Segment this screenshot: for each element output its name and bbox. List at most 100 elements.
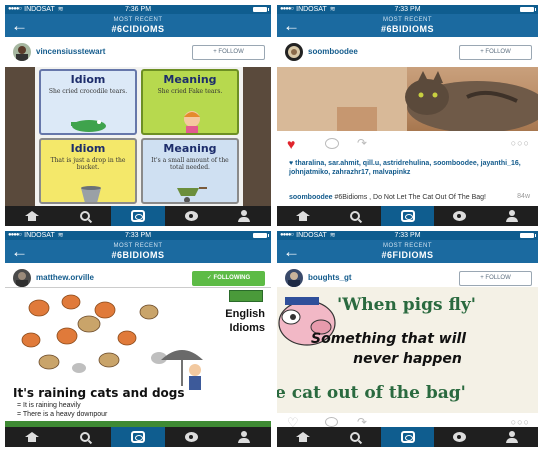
panel-top-left: ●●●●○ INDOSAT ≋ 7:36 PM ← MOST RECENT #6CI…: [5, 5, 271, 226]
cat-photo: [277, 67, 538, 131]
status-time: 7:36 PM: [124, 6, 152, 13]
hashtag-title: #6BIDIOMS: [380, 24, 434, 34]
following-button[interactable]: ✓ FOLLOWING: [192, 271, 265, 286]
poster-line-1: 'When pigs fly': [337, 295, 476, 315]
post-time: 84w: [517, 193, 530, 200]
battery-icon: [520, 233, 536, 238]
nav-camera[interactable]: [111, 206, 165, 226]
caption-username[interactable]: soomboodee: [289, 194, 333, 201]
search-icon: [79, 432, 90, 442]
username[interactable]: matthew.orville: [36, 273, 94, 282]
nav-search[interactable]: [58, 427, 111, 447]
camera-icon: [131, 210, 145, 222]
nav-home[interactable]: [5, 206, 58, 226]
profile-icon: [238, 210, 251, 222]
idiom-card: Idiom She cried crocodile tears.: [39, 69, 137, 135]
bucket-icon: [81, 186, 101, 202]
caption-text: #6Bidioms , Do Not Let The Cat Out Of Th…: [334, 194, 486, 201]
more-options-icon[interactable]: ○○○: [511, 138, 530, 148]
home-icon: [24, 211, 39, 221]
nav-activity[interactable]: [434, 206, 486, 226]
nav-camera[interactable]: [111, 427, 165, 447]
poster-title-line2: Idioms: [229, 322, 265, 334]
avatar[interactable]: [285, 43, 303, 61]
follow-button[interactable]: + FOLLOW: [459, 271, 532, 286]
bottom-nav: [277, 427, 538, 447]
nav-home[interactable]: [277, 206, 329, 226]
nav-activity[interactable]: [165, 206, 218, 226]
camera-icon: [400, 210, 415, 222]
username[interactable]: boughts_gt: [308, 273, 352, 282]
header-bar: ← MOST RECENT #6FIDIOMS: [277, 240, 538, 263]
avatar[interactable]: [285, 269, 303, 287]
post-image[interactable]: Idiom She cried crocodile tears. Meaning…: [5, 67, 271, 206]
battery-icon: [253, 7, 269, 12]
idiom-cards-board: Idiom She cried crocodile tears. Meaning…: [35, 67, 243, 206]
header-subtitle: MOST RECENT: [382, 17, 433, 23]
follow-button[interactable]: + FOLLOW: [459, 45, 532, 60]
comment-icon[interactable]: [325, 417, 338, 427]
avatar[interactable]: [13, 269, 31, 287]
header-subtitle: MOST RECENT: [113, 17, 163, 23]
battery-icon: [520, 7, 536, 12]
comment-icon[interactable]: [325, 138, 339, 149]
search-icon: [350, 211, 361, 221]
poster-line-2: Something that will: [311, 331, 467, 347]
nav-camera[interactable]: [381, 206, 434, 226]
nav-profile[interactable]: [486, 206, 538, 226]
post-image[interactable]: English Idioms It's raining cats and dog…: [5, 287, 271, 427]
activity-icon: [453, 211, 467, 221]
panel-bottom-left: ●●●●○ INDOSAT ≋ 7:33 PM ← MOST RECENT #6BI…: [5, 231, 271, 447]
nav-activity[interactable]: [165, 427, 218, 447]
more-options-icon[interactable]: ○○○: [511, 417, 530, 427]
panel-top-right: ●●●●○ INDOSAT ≋ 7:33 PM ← MOST RECENT #6BI…: [277, 5, 538, 226]
girl-icon: [184, 111, 200, 133]
nav-search[interactable]: [58, 206, 111, 226]
nav-search[interactable]: [329, 206, 381, 226]
camera-icon: [400, 431, 415, 443]
home-icon: [296, 211, 311, 221]
status-bar: ●●●●○ INDOSAT ≋ 7:33 PM: [5, 231, 271, 240]
poster-bullet-1: = It is raining heavily: [17, 402, 81, 409]
username[interactable]: vincensiusstewart: [36, 47, 105, 56]
status-bar: ●●●●○ INDOSAT ≋ 7:33 PM: [277, 5, 538, 14]
status-bar: ●●●●○ INDOSAT ≋ 7:36 PM: [5, 5, 271, 14]
likes-list: ♥ tharalina, sar.ahmit, qill.u, astridre…: [289, 160, 521, 176]
avatar[interactable]: [13, 43, 31, 61]
nav-profile[interactable]: [218, 206, 271, 226]
status-time: 7:33 PM: [124, 232, 152, 239]
poster-bullet-2: = There is a heavy downpour: [17, 411, 108, 418]
username[interactable]: soomboodee: [308, 47, 358, 56]
small-heart-icon: ♥: [289, 160, 294, 167]
hashtag-title: #6CIDIOMS: [111, 24, 165, 34]
idiom-card: Idiom That is just a drop in the bucket.: [39, 138, 137, 204]
meaning-card: Meaning It's a small amount of the total…: [141, 138, 239, 204]
activity-icon: [453, 432, 467, 442]
nav-search[interactable]: [329, 427, 381, 447]
header-bar: ← MOST RECENT #6BIDIOMS: [5, 240, 271, 263]
battery-icon: [253, 233, 269, 238]
wheelbarrow-icon: [177, 187, 207, 202]
nav-camera[interactable]: [381, 427, 434, 447]
status-time: 7:33 PM: [394, 6, 421, 13]
man-with-umbrella-illustration: [161, 350, 203, 390]
post-image[interactable]: 'When pigs fly' Something that will neve…: [277, 287, 538, 413]
nav-home[interactable]: [5, 427, 58, 447]
poster-line-4: e cat out of the bag': [277, 383, 466, 403]
english-idioms-sign: English Idioms: [187, 290, 267, 340]
nav-profile[interactable]: [218, 427, 271, 447]
header-bar: ← MOST RECENT #6CIDIOMS: [5, 14, 271, 37]
follow-button[interactable]: + FOLLOW: [192, 45, 265, 60]
status-time: 7:33 PM: [394, 232, 421, 239]
nav-activity[interactable]: [434, 427, 486, 447]
post-image[interactable]: [277, 67, 538, 131]
share-icon[interactable]: ↷: [357, 136, 367, 150]
activity-icon: [184, 432, 198, 442]
profile-icon: [238, 431, 251, 443]
like-heart-icon[interactable]: ♥: [287, 136, 295, 152]
post-user-bar: vincensiusstewart + FOLLOW: [5, 37, 271, 67]
nav-profile[interactable]: [486, 427, 538, 447]
hashtag-title: #6FIDIOMS: [381, 250, 434, 260]
home-icon: [24, 432, 39, 442]
nav-home[interactable]: [277, 427, 329, 447]
